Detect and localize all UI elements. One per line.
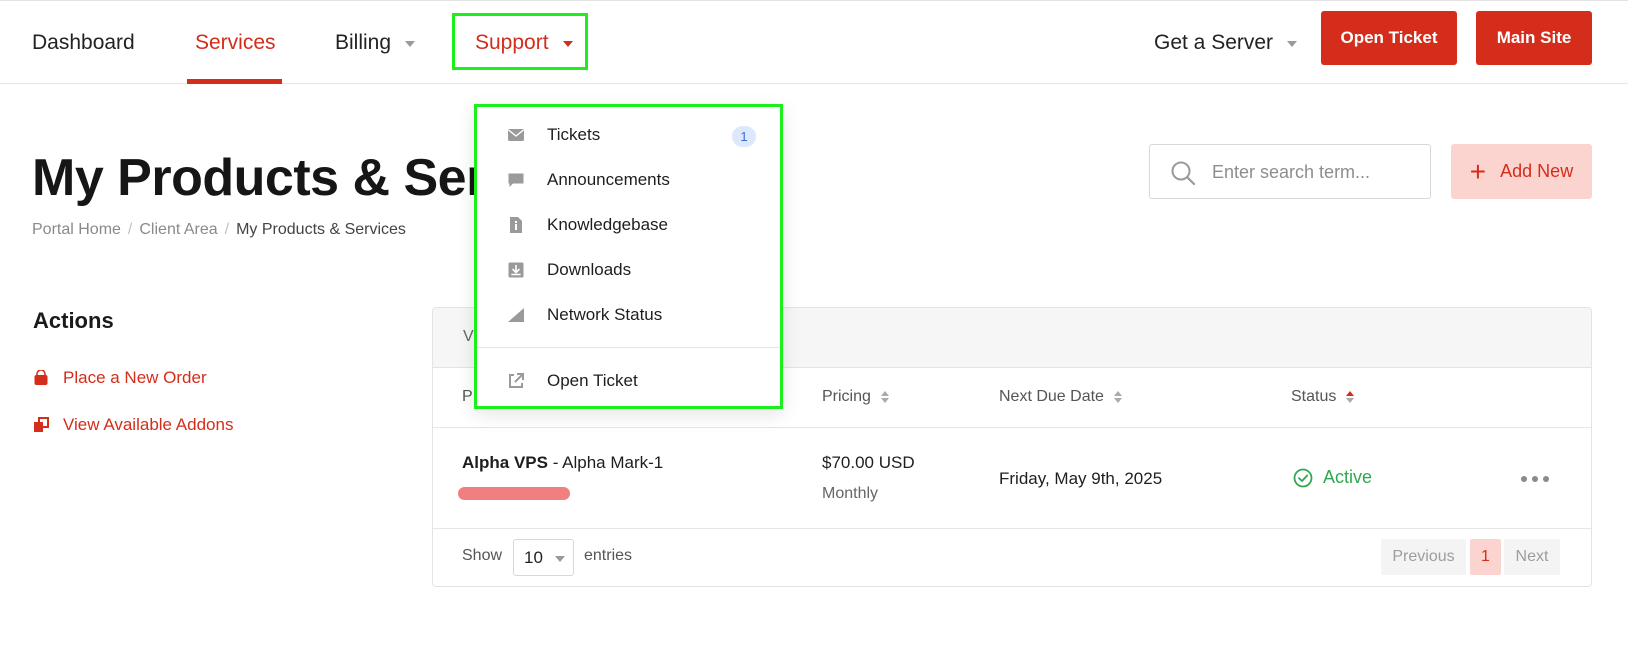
column-header-next-due-date-label: Next Due Date [999, 388, 1104, 405]
add-new-label: Add New [1500, 161, 1574, 181]
pagination-next-label: Next [1515, 548, 1549, 565]
support-dropdown-menu: Tickets 1 Announcements Knowledgebase Do… [474, 104, 783, 409]
billing-cycle: Monthly [822, 485, 879, 502]
nav-dashboard-label: Dashboard [32, 30, 135, 54]
menu-item-network-status[interactable]: Network Status [507, 305, 662, 325]
chevron-down-icon [405, 40, 416, 47]
sort-icon [880, 391, 889, 403]
comment-icon [508, 173, 524, 187]
search-box [1149, 144, 1431, 199]
top-navigation-bar: Dashboard Services Billing Support Get a… [0, 0, 1628, 84]
status-label: Active [1323, 467, 1373, 487]
breadcrumb: Portal Home / Client Area / My Products & Se… [32, 221, 406, 239]
product-price: $70.00 USD [822, 453, 915, 472]
nav-services[interactable]: Services [195, 1, 276, 84]
entries-label: entries [584, 547, 633, 564]
sort-icon [1113, 391, 1122, 403]
pagination-previous[interactable]: Previous [1381, 539, 1466, 575]
column-header-pricing-label: Pricing [822, 388, 871, 405]
signal-icon [508, 308, 524, 322]
column-header-pricing[interactable]: Pricing [822, 388, 889, 406]
nav-get-a-server-label: Get a Server [1154, 30, 1274, 54]
chevron-down-icon [1287, 40, 1298, 47]
table-panel-header-text: V [463, 328, 474, 345]
pagination-page-1-label: 1 [1481, 548, 1490, 565]
table-divider [433, 427, 1591, 428]
menu-divider [477, 347, 780, 348]
menu-item-knowledgebase[interactable]: Knowledgebase [507, 215, 668, 235]
column-header-product[interactable]: P [462, 388, 473, 406]
breadcrumb-client-area[interactable]: Client Area [139, 221, 217, 238]
search-input[interactable] [1212, 153, 1422, 191]
view-addons-link[interactable]: View Available Addons [33, 415, 233, 435]
nav-dashboard[interactable]: Dashboard [32, 1, 135, 84]
place-new-order-link[interactable]: Place a New Order [33, 368, 207, 388]
open-ticket-button-label: Open Ticket [1340, 28, 1438, 47]
breadcrumb-separator: / [224, 221, 230, 238]
entries-per-page-value: 10 [524, 547, 543, 567]
add-new-button[interactable]: + Add New [1451, 144, 1592, 199]
menu-item-open-ticket-label: Open Ticket [547, 371, 638, 390]
menu-item-announcements-label: Announcements [547, 170, 670, 189]
column-header-product-label: P [462, 388, 473, 405]
nav-get-a-server[interactable]: Get a Server [1154, 1, 1298, 84]
support-highlight-box [452, 13, 588, 70]
nav-billing[interactable]: Billing [335, 1, 416, 84]
pagination-next[interactable]: Next [1504, 539, 1560, 575]
column-header-next-due-date[interactable]: Next Due Date [999, 388, 1122, 406]
shopping-bag-icon [34, 370, 48, 385]
more-options-icon[interactable] [1521, 474, 1549, 484]
breadcrumb-portal-home[interactable]: Portal Home [32, 221, 121, 238]
main-site-button-label: Main Site [1496, 28, 1572, 47]
redacted-domain [458, 487, 570, 500]
menu-item-downloads[interactable]: Downloads [507, 260, 631, 280]
entries-per-page-select[interactable]: 10 [513, 539, 574, 576]
chevron-down-icon [554, 555, 565, 562]
open-ticket-button[interactable]: Open Ticket [1321, 11, 1457, 65]
active-nav-indicator [187, 79, 282, 84]
column-header-status-label: Status [1291, 388, 1337, 405]
pagination-previous-label: Previous [1392, 548, 1455, 565]
column-header-status[interactable]: Status [1291, 388, 1355, 406]
menu-item-knowledgebase-label: Knowledgebase [547, 215, 668, 234]
nav-services-label: Services [195, 30, 276, 54]
download-icon [508, 262, 524, 278]
envelope-icon [508, 129, 524, 141]
tickets-count-badge: 1 [732, 126, 756, 147]
menu-item-tickets-label: Tickets [547, 125, 601, 144]
main-site-button[interactable]: Main Site [1476, 11, 1592, 65]
actions-title: Actions [33, 308, 114, 333]
pagination-page-1[interactable]: 1 [1470, 539, 1501, 575]
menu-item-announcements[interactable]: Announcements [507, 170, 670, 190]
menu-item-downloads-label: Downloads [547, 260, 632, 279]
check-circle-icon [1293, 468, 1313, 487]
product-plan: - Alpha Mark-1 [552, 453, 664, 472]
table-row-product[interactable]: Alpha VPS - Alpha Mark-1 [462, 453, 663, 473]
view-addons-label: View Available Addons [63, 415, 234, 434]
external-link-icon [509, 373, 524, 388]
breadcrumb-separator: / [127, 221, 133, 238]
menu-item-tickets[interactable]: Tickets [507, 125, 600, 145]
breadcrumb-current: My Products & Services [236, 221, 406, 238]
table-divider [433, 528, 1591, 529]
plus-icon: + [1469, 155, 1487, 187]
place-new-order-label: Place a New Order [63, 368, 207, 387]
addons-icon [34, 417, 49, 432]
product-name: Alpha VPS [462, 453, 548, 472]
nav-billing-label: Billing [335, 30, 392, 54]
menu-item-open-ticket[interactable]: Open Ticket [507, 371, 638, 391]
show-label: Show [462, 547, 503, 564]
sort-icon [1346, 391, 1355, 403]
search-icon [1171, 161, 1196, 186]
document-info-icon [510, 217, 522, 233]
next-due-date: Friday, May 9th, 2025 [999, 469, 1163, 488]
status-badge: Active [1293, 467, 1372, 488]
menu-item-network-status-label: Network Status [547, 305, 663, 324]
